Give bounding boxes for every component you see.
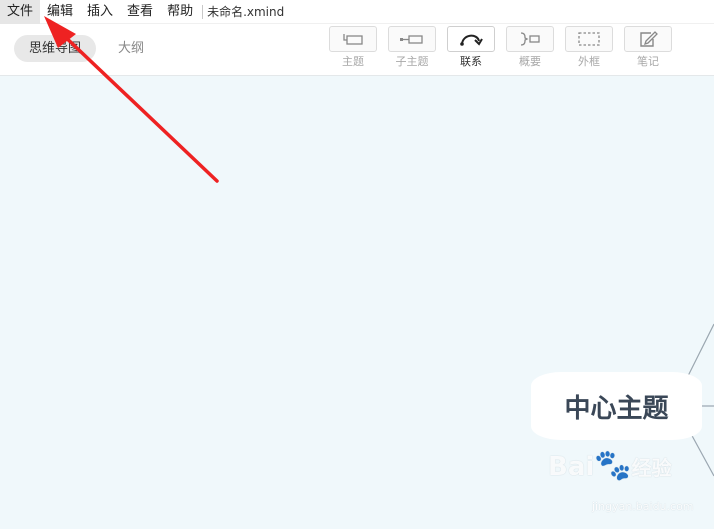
note-icon xyxy=(640,31,658,47)
subtopic-button[interactable]: 子主题 xyxy=(388,26,436,72)
menu-insert[interactable]: 插入 xyxy=(80,0,120,24)
menu-help[interactable]: 帮助 xyxy=(160,0,200,24)
subtopic-icon xyxy=(400,35,423,44)
topic-button[interactable]: 主题 xyxy=(329,26,377,72)
boundary-button[interactable]: 外框 xyxy=(565,26,613,72)
central-topic-text: 中心主题 xyxy=(564,393,669,424)
summary-icon xyxy=(520,32,540,46)
topic-icon xyxy=(343,34,363,45)
summary-label: 概要 xyxy=(519,55,541,68)
menu-bar: 文件 编辑 插入 查看 帮助 未命名.xmind xyxy=(0,0,714,24)
menu-view[interactable]: 查看 xyxy=(120,0,160,24)
note-button[interactable]: 笔记 xyxy=(624,26,672,72)
paw-icon: 🐾 xyxy=(594,448,632,483)
menu-edit[interactable]: 编辑 xyxy=(40,0,80,24)
watermark-url: jingyan.baidu.com xyxy=(592,500,694,513)
summary-button[interactable]: 概要 xyxy=(506,26,554,72)
topic-label: 主题 xyxy=(342,55,364,68)
baidu-watermark: Bai🐾经验 xyxy=(548,448,672,483)
boundary-icon xyxy=(578,32,600,46)
tab-mindmap[interactable]: 思维导图 xyxy=(14,35,97,62)
menu-divider xyxy=(202,4,204,19)
tab-outline[interactable]: 大纲 xyxy=(103,35,159,62)
menu-file[interactable]: 文件 xyxy=(0,0,41,24)
toolbar: 思维导图 大纲 主题 子主题 联系 概要 外框 笔记 xyxy=(0,24,714,76)
central-topic[interactable]: 中心主题 xyxy=(531,372,702,440)
relationship-button[interactable]: 联系 xyxy=(447,26,495,72)
subtopic-label: 子主题 xyxy=(395,55,429,68)
document-title: 未命名.xmind xyxy=(207,5,285,19)
note-label: 笔记 xyxy=(637,55,659,68)
relationship-label: 联系 xyxy=(460,55,482,68)
boundary-label: 外框 xyxy=(578,55,600,68)
relationship-icon xyxy=(460,34,483,46)
watermark-brand: Bai xyxy=(548,452,595,482)
watermark-brand-suffix: 经验 xyxy=(631,456,672,480)
